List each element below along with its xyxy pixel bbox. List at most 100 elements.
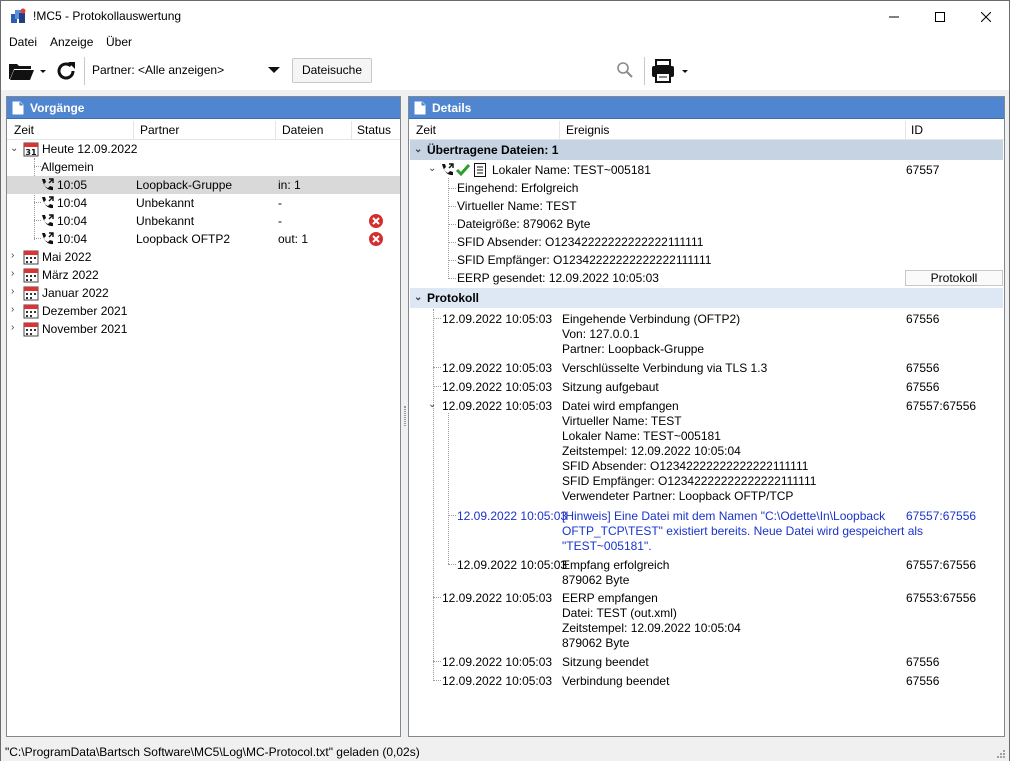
tree-node-month[interactable]: › November 2021 [7, 320, 400, 338]
protocol-event-line: Lokaler Name: TEST~005181 [562, 429, 721, 443]
protocol-event-line: OFTP_TCP\TEST" existiert bereits. Neue D… [562, 524, 924, 538]
col-id[interactable]: ID [911, 123, 923, 137]
column-divider[interactable] [559, 121, 560, 140]
col-ereignis[interactable]: Ereignis [566, 123, 609, 137]
phone-call-icon [442, 163, 454, 176]
close-button[interactable] [963, 1, 1009, 32]
chevron-right-icon[interactable]: › [11, 286, 14, 297]
splitter-grip[interactable] [404, 406, 406, 426]
tree-node-month[interactable]: › Mai 2022 [7, 248, 400, 266]
file-detail: SFID Absender: O12342222222222222111111 [457, 235, 704, 249]
chevron-right-icon[interactable]: › [11, 250, 14, 261]
transferred-files-group[interactable]: ⌄ Übertragene Dateien: 1 [410, 140, 1003, 160]
session-row[interactable]: 10:04 Unbekannt - [7, 194, 400, 212]
month-label: November 2021 [42, 322, 128, 336]
column-divider[interactable] [275, 121, 276, 140]
protocol-group[interactable]: ⌄ Protokoll [410, 288, 1003, 308]
session-files: - [278, 196, 282, 210]
details-panel-header: Details [409, 97, 1004, 119]
session-row[interactable]: 10:05 Loopback-Gruppe in: 1 [7, 176, 400, 194]
col-dateien[interactable]: Dateien [282, 123, 323, 137]
protocol-entry[interactable]: 12.09.2022 10:05:03 Eingehende Verbindun… [409, 310, 1004, 358]
protocol-entry[interactable]: 12.09.2022 10:05:03 [Hinweis] Eine Datei… [409, 507, 1004, 555]
protocol-time: 12.09.2022 10:05:03 [442, 312, 553, 326]
document-icon [12, 101, 24, 115]
minimize-button[interactable] [871, 1, 917, 32]
resize-grip-icon[interactable] [996, 749, 1006, 759]
file-detail-row: EERP gesendet: 12.09.2022 10:05:03 Proto… [409, 269, 1004, 287]
col-zeit[interactable]: Zeit [416, 123, 436, 137]
protocol-event-line: Datei wird empfangen [562, 399, 679, 413]
protocol-id: 67557:67556 [906, 399, 977, 413]
col-partner[interactable]: Partner [140, 123, 179, 137]
protocol-id: 67556 [906, 655, 940, 669]
error-icon [369, 232, 383, 246]
chevron-right-icon[interactable]: › [11, 322, 14, 333]
calendar-icon [23, 286, 39, 301]
column-divider[interactable] [905, 121, 906, 140]
protocol-event-line: Verbindung beendet [562, 674, 670, 688]
chevron-down-icon[interactable]: ⌄ [10, 143, 18, 154]
col-status[interactable]: Status [357, 123, 391, 137]
maximize-button[interactable] [917, 1, 963, 32]
protocol-event-line: Virtueller Name: TEST [562, 414, 682, 428]
protocol-event-line: Verwendeter Partner: Loopback OFTP/TCP [562, 489, 794, 503]
menu-anzeige[interactable]: Anzeige [50, 35, 93, 49]
close-icon [981, 11, 991, 22]
column-divider[interactable] [133, 121, 134, 140]
open-folder-button[interactable] [7, 58, 49, 84]
protocol-id: 67556 [906, 361, 940, 375]
file-detail: SFID Empfänger: O12342222222222222111111 [457, 253, 712, 267]
protocol-entry[interactable]: 12.09.2022 10:05:03 Verschlüsselte Verbi… [409, 359, 1004, 377]
protocol-entry[interactable]: 12.09.2022 10:05:03 Verbindung beendet 6… [409, 672, 1004, 690]
chevron-down-icon[interactable]: ⌄ [414, 292, 422, 303]
tree-node-month[interactable]: › März 2022 [7, 266, 400, 284]
protocol-id: 67553:67556 [906, 591, 977, 605]
search-input[interactable] [372, 58, 640, 83]
tree-node-month[interactable]: › Dezember 2021 [7, 302, 400, 320]
protocol-id: 67557:67556 [906, 509, 977, 523]
menu-datei[interactable]: Datei [9, 35, 37, 49]
protocol-time: 12.09.2022 10:05:03 [442, 361, 553, 375]
menu-ueber[interactable]: Über [106, 35, 132, 49]
file-detail: Eingehend: Erfolgreich [457, 181, 579, 195]
calendar-day: 31 [25, 148, 37, 157]
refresh-icon [57, 62, 75, 80]
protocol-id: 67557:67556 [906, 558, 977, 572]
column-divider[interactable] [351, 121, 352, 140]
calendar-icon [23, 250, 39, 265]
chevron-down-icon[interactable]: ⌄ [414, 144, 422, 155]
session-row[interactable]: 10:04 Unbekannt - [7, 212, 400, 230]
protocol-id: 67556 [906, 380, 940, 394]
session-row[interactable]: 10:04 Loopback OFTP2 out: 1 [7, 230, 400, 248]
protokoll-button[interactable]: Protokoll [905, 270, 1003, 286]
protocol-entry[interactable]: 12.09.2022 10:05:03 Sitzung beendet 6755… [409, 653, 1004, 671]
chevron-down-icon[interactable]: ⌄ [428, 399, 436, 410]
print-button[interactable] [649, 57, 693, 85]
partner-filter-select[interactable]: Partner: <Alle anzeigen> [89, 58, 287, 82]
session-files: out: 1 [278, 232, 309, 246]
file-detail-row: Virtueller Name: TEST [409, 197, 1004, 215]
protocol-event-line: EERP empfangen [562, 591, 658, 605]
chevron-down-icon[interactable]: ⌄ [428, 163, 436, 174]
protocol-entry[interactable]: 12.09.2022 10:05:03 Sitzung aufgebaut 67… [409, 378, 1004, 396]
refresh-button[interactable] [53, 57, 79, 85]
protocol-entry[interactable]: 12.09.2022 10:05:03 Empfang erfolgreich … [409, 556, 1004, 588]
session-partner: Unbekannt [136, 214, 195, 228]
file-search-button[interactable]: Dateisuche [292, 58, 372, 83]
col-zeit[interactable]: Zeit [14, 123, 34, 137]
tree-node-allgemein[interactable]: Allgemein [7, 158, 400, 176]
month-label: März 2022 [42, 268, 99, 282]
protocol-event-line: Zeitstempel: 12.09.2022 10:05:04 [562, 444, 741, 458]
chevron-right-icon[interactable]: › [11, 268, 14, 279]
protocol-entry[interactable]: 12.09.2022 10:05:03 EERP empfangen Datei… [409, 589, 1004, 651]
phone-call-icon [42, 178, 54, 191]
tree-node-month[interactable]: › Januar 2022 [7, 284, 400, 302]
tree-node-today[interactable]: ⌄ 31 Heute 12.09.2022 [7, 140, 400, 158]
chevron-right-icon[interactable]: › [11, 304, 14, 315]
file-node[interactable]: ⌄ Lokaler Name: TEST~005181 67557 [409, 161, 1004, 179]
protocol-entry[interactable]: ⌄ 12.09.2022 10:05:03 Datei wird empfang… [409, 397, 1004, 505]
error-icon [369, 214, 383, 228]
protocol-event-line: SFID Empfänger: O12342222222222222111111 [562, 474, 817, 488]
protocol-id: 67556 [906, 312, 940, 326]
